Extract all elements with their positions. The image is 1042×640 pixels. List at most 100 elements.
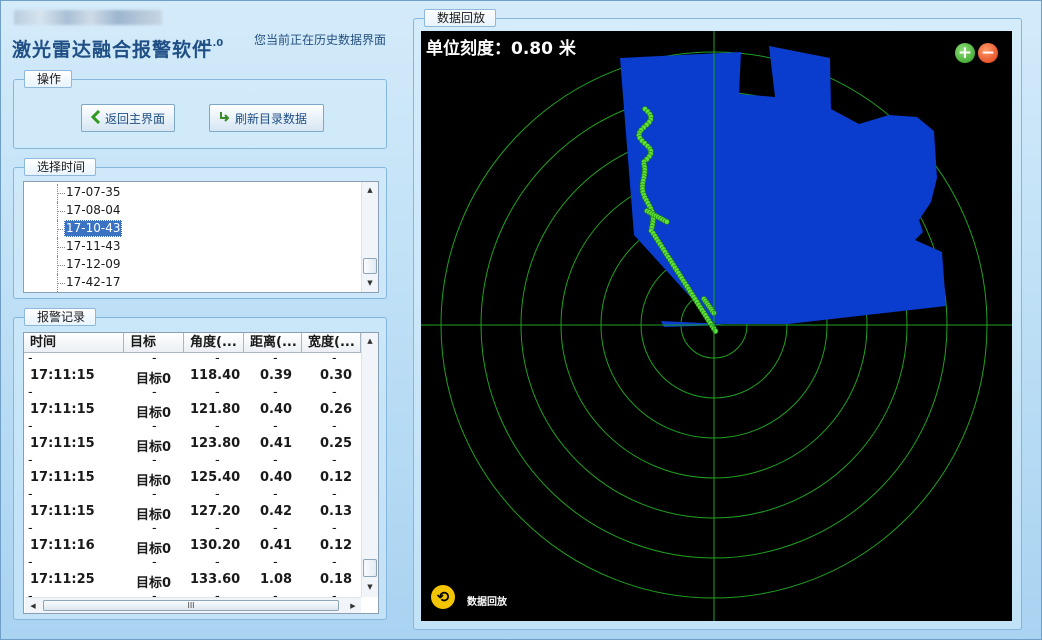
table-cell-width: 0.26 xyxy=(320,402,353,417)
tree-item[interactable]: 17-11-43 xyxy=(24,238,360,256)
row-separator-dash: - xyxy=(28,521,33,536)
table-cell-angle: 118.40 xyxy=(190,368,241,383)
row-separator-dash: - xyxy=(273,453,278,468)
zoom-in-icon[interactable]: + xyxy=(955,43,975,63)
scale-label: 单位刻度：0.80 米 xyxy=(426,39,576,59)
zoom-out-icon[interactable]: − xyxy=(978,43,998,63)
table-cell-time: 17:11:15 xyxy=(30,470,95,485)
row-separator-dash: - xyxy=(332,351,337,366)
row-separator-dash: - xyxy=(273,385,278,400)
tree-item[interactable]: 17-12-09 xyxy=(24,256,360,274)
table-cell-time: 17:11:15 xyxy=(30,436,95,451)
tree-scrollbar[interactable]: ▲ ▼ xyxy=(361,182,378,292)
row-separator-dash: - xyxy=(152,385,157,400)
table-cell-distance: 0.40 xyxy=(260,470,293,485)
back-button-label: 返回主界面 xyxy=(105,111,166,126)
scroll-up-icon[interactable]: ▲ xyxy=(362,182,378,198)
row-separator-dash: - xyxy=(273,351,278,366)
table-cell-target: 目标0 xyxy=(136,508,172,523)
row-separator-dash: - xyxy=(152,419,157,434)
row-separator-dash: - xyxy=(215,419,220,434)
row-separator-dash: - xyxy=(28,419,33,434)
table-cell-time: 17:11:25 xyxy=(30,572,95,587)
app-version: v1.0 xyxy=(199,38,224,49)
row-separator-dash: - xyxy=(215,385,220,400)
refresh-directory-button[interactable]: 刷新目录数据 xyxy=(209,104,324,132)
row-separator-dash: - xyxy=(273,487,278,502)
table-cell-target: 目标0 xyxy=(136,474,172,489)
row-separator-dash: - xyxy=(332,453,337,468)
table-cell-time: 17:11:15 xyxy=(30,504,95,519)
replay-legend: 数据回放 xyxy=(424,9,497,27)
tree-item[interactable]: 17-42-17 xyxy=(24,274,360,292)
column-header-distance[interactable]: 距离(... xyxy=(244,333,302,353)
row-separator-dash: - xyxy=(332,521,337,536)
table-cell-time: 17:11:15 xyxy=(30,368,95,383)
hscroll-grip: III xyxy=(187,601,195,610)
table-cell-width: 0.18 xyxy=(320,572,353,587)
alarm-table[interactable]: 时间 目标 角度(... 距离(... 宽度(... - - - - - - - - - - - - -… xyxy=(23,332,379,614)
tree-item[interactable]: 17-07-35 xyxy=(24,184,360,202)
row-separator-dash: - xyxy=(152,453,157,468)
column-header-time[interactable]: 时间 xyxy=(24,333,124,353)
tree-item-selected[interactable]: 17-10-43 xyxy=(24,220,360,238)
row-separator-dash: - xyxy=(273,419,278,434)
time-select-legend: 选择时间 xyxy=(24,158,97,176)
arrow-left-icon xyxy=(90,109,102,127)
tree-item[interactable]: 17-08-04 xyxy=(24,202,360,220)
replay-button-label[interactable]: 数据回放 xyxy=(467,593,507,608)
table-cell-time: 17:11:15 xyxy=(30,402,95,417)
table-cell-target: 目标0 xyxy=(136,542,172,557)
table-cell-angle: 133.60 xyxy=(190,572,241,587)
column-header-width[interactable]: 宽度(... xyxy=(302,333,361,353)
table-cell-width: 0.13 xyxy=(320,504,353,519)
row-separator-dash: - xyxy=(332,555,337,570)
table-cell-target: 目标0 xyxy=(136,440,172,455)
row-separator-dash: - xyxy=(28,555,33,570)
scroll-up-icon[interactable]: ▲ xyxy=(362,333,378,349)
row-separator-dash: - xyxy=(215,555,220,570)
row-separator-dash: - xyxy=(215,521,220,536)
row-separator-dash: - xyxy=(152,521,157,536)
table-cell-distance: 0.41 xyxy=(260,436,293,451)
replay-icon[interactable]: ⟲ xyxy=(431,585,455,609)
row-separator-dash: - xyxy=(28,487,33,502)
row-separator-dash: - xyxy=(215,487,220,502)
table-cell-angle: 130.20 xyxy=(190,538,241,553)
hscroll-thumb[interactable]: III xyxy=(43,600,339,611)
column-header-angle[interactable]: 角度(... xyxy=(184,333,244,353)
scrollbar-thumb[interactable] xyxy=(363,559,377,577)
table-cell-width: 0.30 xyxy=(320,368,353,383)
table-hscrollbar[interactable]: ◀ III ▶ xyxy=(25,597,361,613)
operations-group: 操作 返回主界面 刷新目录数据 xyxy=(13,70,387,149)
tree-item-label: 17-07-35 xyxy=(66,185,121,199)
row-separator-dash: - xyxy=(28,453,33,468)
table-cell-angle: 123.80 xyxy=(190,436,241,451)
scrollbar-thumb[interactable] xyxy=(363,258,377,274)
table-cell-width: 0.12 xyxy=(320,538,353,553)
refresh-button-label: 刷新目录数据 xyxy=(235,111,308,126)
row-separator-dash: - xyxy=(332,385,337,400)
alarm-log-legend: 报警记录 xyxy=(24,308,97,326)
operations-legend: 操作 xyxy=(24,70,73,88)
column-header-target[interactable]: 目标 xyxy=(124,333,184,353)
table-cell-target: 目标0 xyxy=(136,406,172,421)
row-separator-dash: - xyxy=(273,521,278,536)
row-separator-dash: - xyxy=(332,419,337,434)
row-separator-dash: - xyxy=(28,385,33,400)
scroll-down-icon[interactable]: ▼ xyxy=(362,275,378,291)
table-cell-target: 目标0 xyxy=(136,372,172,387)
tree-item-label: 17-12-09 xyxy=(66,257,121,271)
scroll-left-icon[interactable]: ◀ xyxy=(25,598,41,613)
table-vscrollbar[interactable]: ▲ ▼ xyxy=(361,333,378,597)
row-separator-dash: - xyxy=(28,351,33,366)
table-cell-angle: 121.80 xyxy=(190,402,241,417)
scroll-right-icon[interactable]: ▶ xyxy=(345,598,361,613)
table-cell-distance: 0.39 xyxy=(260,368,293,383)
app-title: 激光雷达融合报警软件 xyxy=(12,39,213,61)
table-cell-distance: 0.40 xyxy=(260,402,293,417)
radar-canvas[interactable]: 单位刻度：0.80 米 + − ⟲ 数据回放 xyxy=(421,31,1012,621)
time-tree[interactable]: 17-07-35 17-08-04 17-10-43 17-11-43 17-1… xyxy=(23,181,379,293)
back-to-main-button[interactable]: 返回主界面 xyxy=(81,104,175,132)
scroll-down-icon[interactable]: ▼ xyxy=(362,579,378,595)
